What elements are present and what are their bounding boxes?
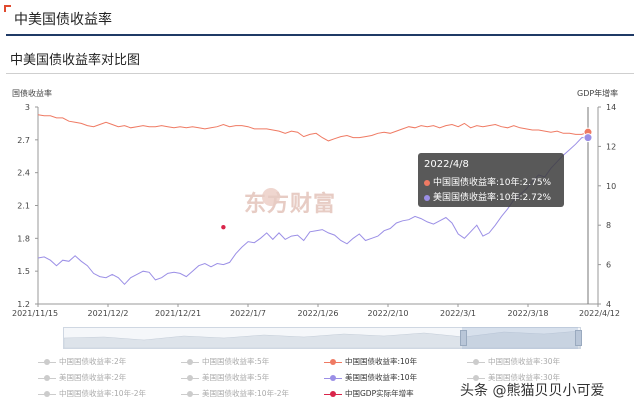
legend-label: 中国国债收益率:2年 <box>59 357 127 366</box>
china-series-dot-icon <box>424 179 430 186</box>
tooltip-date: 2022/4/8 <box>424 159 469 170</box>
legend-marker-icon <box>181 374 199 381</box>
y-right-tick-label: 4 <box>606 300 611 309</box>
range-slider-left-handle[interactable] <box>460 330 467 346</box>
legend-marker-icon <box>38 390 56 397</box>
legend-item[interactable]: 美国国债收益率:2年 <box>38 372 126 383</box>
legend-item[interactable]: 中国国债收益率:5年 <box>181 356 269 367</box>
legend-item[interactable]: 美国国债收益率:10年-2年 <box>181 388 289 399</box>
tooltip-row-label: 中国国债收益率:10年:2.75% <box>433 178 552 188</box>
legend-label: 中国GDP实际年增率 <box>345 389 414 398</box>
legend-item[interactable]: 美国国债收益率:5年 <box>181 372 269 383</box>
legend-marker-icon <box>324 374 342 381</box>
legend-label: 美国国债收益率:10年-2年 <box>202 389 290 398</box>
x-tick-label: 2022/2/10 <box>367 309 408 318</box>
legend-item[interactable]: 中国GDP实际年增率 <box>324 388 414 399</box>
legend-item[interactable]: 美国国债收益率:10年 <box>324 372 417 383</box>
us-hover-point <box>583 133 593 143</box>
x-tick-label: 2021/12/2 <box>87 309 128 318</box>
x-tick-label: 2022/4/12 <box>579 309 620 318</box>
gdp-data-point <box>221 224 226 230</box>
legend-item[interactable]: 中国国债收益率:10年 <box>324 356 417 367</box>
legend-label: 美国国债收益率:5年 <box>202 373 270 382</box>
legend-marker-icon <box>181 390 199 397</box>
source-watermark: 头条 @熊猫贝贝小可爱 <box>460 383 605 399</box>
y-left-tick-label: 1.2 <box>17 300 30 309</box>
legend-label: 中国国债收益率:10年-2年 <box>59 389 147 398</box>
y-left-tick-label: 1.8 <box>17 234 30 243</box>
chart-tooltip: 2022/4/8 中国国债收益率:10年:2.75% 美国国债收益率:10年:2… <box>418 153 564 207</box>
y-right-tick-label: 14 <box>606 103 616 112</box>
legend-item[interactable]: 中国国债收益率:30年 <box>467 356 560 367</box>
y-right-tick-label: 10 <box>606 182 616 191</box>
y-left-tick-label: 1.5 <box>17 267 30 276</box>
range-slider-selection[interactable] <box>462 327 578 349</box>
legend-label: 美国国债收益率:10年 <box>345 373 418 382</box>
y-left-tick-label: 3 <box>25 103 30 112</box>
legend-label: 中国国债收益率:10年 <box>345 357 418 366</box>
y-right-tick-label: 8 <box>606 221 611 230</box>
tooltip-row-label: 美国国债收益率:10年:2.72% <box>433 193 552 203</box>
legend-marker-icon <box>324 358 342 365</box>
legend-label: 中国国债收益率:30年 <box>488 357 561 366</box>
legend-marker-icon <box>467 358 485 365</box>
legend-marker-icon <box>38 358 56 365</box>
x-tick-label: 2022/3/18 <box>507 309 548 318</box>
legend-label: 美国国债收益率:2年 <box>59 373 127 382</box>
x-tick-label: 2022/3/1 <box>440 309 476 318</box>
legend-label: 中国国债收益率:5年 <box>202 357 270 366</box>
x-tick-label: 2021/11/15 <box>12 309 58 318</box>
y-right-tick-label: 12 <box>606 142 616 151</box>
legend-item[interactable]: 中国国债收益率:2年 <box>38 356 126 367</box>
us-series-dot-icon <box>424 194 430 201</box>
legend-marker-icon <box>467 374 485 381</box>
y-left-tick-label: 2.7 <box>17 136 30 145</box>
y-right-tick-label: 6 <box>606 261 611 270</box>
x-tick-label: 2022/1/7 <box>230 309 266 318</box>
x-tick-label: 2022/1/26 <box>297 309 338 318</box>
x-tick-label: 2021/12/21 <box>155 309 201 318</box>
y-left-tick-label: 2.4 <box>17 169 30 178</box>
legend-marker-icon <box>324 390 342 397</box>
y-left-tick-label: 2.1 <box>17 202 30 211</box>
china-yield-10y-line <box>37 114 589 142</box>
legend-marker-icon <box>38 374 56 381</box>
legend-item[interactable]: 中国国债收益率:10年-2年 <box>38 388 146 399</box>
tooltip-row-china: 中国国债收益率:10年:2.75% <box>424 175 551 188</box>
legend-marker-icon <box>181 358 199 365</box>
range-slider-right-handle[interactable] <box>575 330 582 346</box>
tooltip-row-us: 美国国债收益率:10年:2.72% <box>424 190 551 203</box>
